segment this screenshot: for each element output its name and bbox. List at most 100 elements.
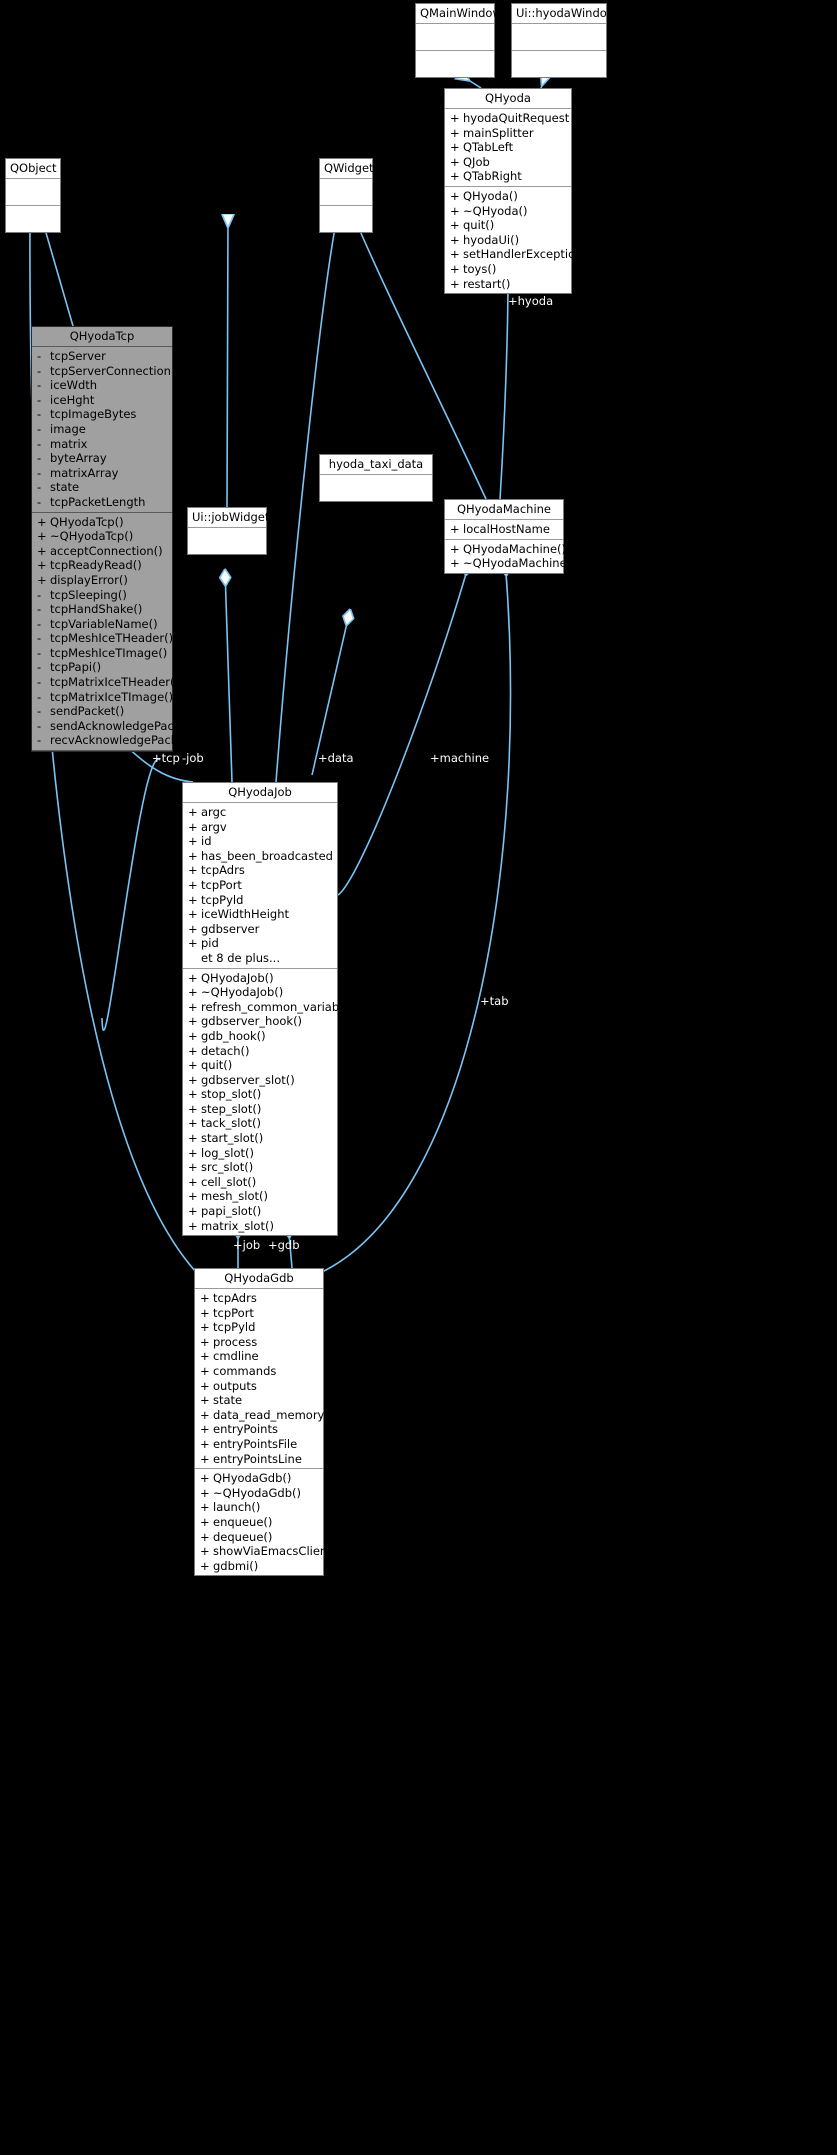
member-name: tcpPyld [201,892,244,907]
class-member-row: + ~QHyodaTcp() [32,529,172,544]
member-visibility: + [188,907,198,922]
class-member-row: + argc [183,805,337,820]
member-name: dequeue() [213,1529,273,1544]
class-member-row: - matrix [32,437,172,452]
member-name: QHyoda() [463,188,518,203]
class-empty-section [320,475,432,501]
member-name: matrixArray [50,465,119,480]
class-member-row: + log_slot() [183,1146,337,1161]
member-name: tcpPyld [213,1320,256,1335]
edge-label-lbl-machine: +machine [430,751,490,765]
class-member-row: + detach() [183,1044,337,1059]
class-attributes-section: + tcpAdrs + tcpPort + tcpPyld + process + cmdline… [195,1289,324,1470]
member-visibility: + [188,848,198,863]
member-name: gdbserver [201,921,260,936]
member-visibility: + [200,1514,210,1529]
class-member-row: + gdbserver_hook() [183,1014,337,1029]
member-visibility [188,951,201,966]
member-visibility: - [37,602,42,617]
member-name: tcpReadyRead() [50,558,142,573]
class-title: QHyodaGdb [195,1269,323,1289]
class-member-row: + QTabLeft [445,140,571,155]
class-member-row: - iceHght [32,393,172,408]
member-name: restart() [463,276,511,291]
member-visibility: - [37,421,42,436]
uml-class-qhyodatcp[interactable]: QHyodaTcp - tcpServer - tcpServerConnection -… [31,326,201,753]
member-visibility: - [37,480,42,495]
class-title: hyoda_taxi_data [320,455,432,475]
member-visibility: + [188,1204,198,1219]
member-visibility: + [188,1058,198,1073]
member-name: log_slot() [201,1145,254,1160]
member-name: setHandlerException() [463,247,592,262]
member-visibility: + [200,1320,210,1335]
member-name: matrix_slot() [201,1218,274,1233]
class-member-row: + outputs [195,1379,323,1394]
member-visibility: - [37,436,42,451]
class-member-row: + launch() [195,1500,323,1515]
class-member-row: + tcpPort [195,1306,323,1321]
uml-class-qwidget[interactable]: QWidget [319,158,374,233]
class-member-row: + quit() [183,1058,337,1073]
class-member-row: + gdbserver_slot() [183,1073,337,1088]
class-member-row: - tcpImageBytes [32,407,172,422]
member-visibility: - [37,704,42,719]
member-name: tack_slot() [201,1116,261,1131]
uml-class-uijobwidget[interactable]: Ui::jobWidget [187,507,269,555]
class-member-row: + pid [183,936,337,951]
member-visibility: + [188,834,198,849]
member-name: state [50,480,80,495]
member-name: id [201,834,212,849]
member-name: argc [201,805,227,819]
class-member-row: - sendAcknowledgePacket() [32,719,201,734]
class-member-row: - tcpSleeping() [32,588,172,603]
class-member-row: - tcpHandShake() [32,602,172,617]
member-name: quit() [201,1058,233,1073]
member-name: displayError() [50,572,128,587]
member-visibility: + [188,1189,198,1204]
uml-class-uihyodawindow[interactable]: Ui::hyodaWindow [511,3,616,78]
member-name: process [213,1334,258,1349]
member-name: has_been_broadcasted [201,848,333,863]
member-name: entryPoints [213,1422,278,1437]
class-member-row: + hyodaQuitRequest [445,111,571,126]
uml-class-qhyodamachine[interactable]: QHyodaMachine + localHostName + QHyodaMachin… [444,499,576,574]
member-visibility: + [450,218,460,233]
class-member-row: + gdbmi() [195,1559,323,1574]
member-visibility: + [200,1436,210,1451]
uml-class-qobject[interactable]: QObject [5,158,61,233]
member-name: tcpSleeping() [50,587,127,602]
edge-label-lbl-job: -job [182,751,204,765]
uml-class-qhyodajob[interactable]: QHyodaJob + argc + argv + id + has_been_broadcas… [182,782,364,1237]
class-member-row: + mesh_slot() [183,1189,337,1204]
member-visibility: + [450,169,460,184]
uml-class-qhyodagdb[interactable]: QHyodaGdb + tcpAdrs + tcpPort + tcpPyld + proces… [194,1268,341,1577]
class-member-row: - sendPacket() [32,704,172,719]
member-visibility: - [37,660,42,675]
member-visibility: - [37,451,42,466]
member-visibility: + [200,1422,210,1437]
uml-class-qhyoda[interactable]: QHyoda + hyodaQuitRequest + mainSplitter + QTa… [444,88,591,295]
member-visibility: + [450,556,460,571]
class-member-row: + QHyodaMachine() [445,542,566,557]
member-name: hyodaUi() [463,232,520,247]
uml-class-hyodataxidata[interactable]: hyoda_taxi_data [319,454,433,502]
uml-diagram-canvas: QMainWindow Ui::hyodaWindow QHyoda + hyodaQu… [0,0,837,2155]
member-name: tcpHandShake() [50,602,143,617]
class-member-row: - tcpMatrixIceTImage() [32,690,173,705]
member-name: iceHght [50,392,95,407]
member-name: image [50,421,86,436]
member-visibility: - [37,407,42,422]
member-name: tcpImageBytes [50,407,137,422]
class-member-row: + state [195,1393,323,1408]
class-member-row: - tcpServerConnection [32,364,172,379]
class-title: Ui::jobWidget [188,508,269,528]
class-member-row: + argv [183,820,337,835]
class-member-row: + ~QHyodaGdb() [195,1486,323,1501]
class-member-row: + displayError() [32,573,172,588]
member-visibility: - [37,733,42,748]
member-name: tcpPort [213,1305,254,1320]
uml-class-qmainwindow[interactable]: QMainWindow [415,3,502,78]
class-member-row: + QHyodaTcp() [32,515,172,530]
class-member-row: + entryPoints [195,1422,323,1437]
